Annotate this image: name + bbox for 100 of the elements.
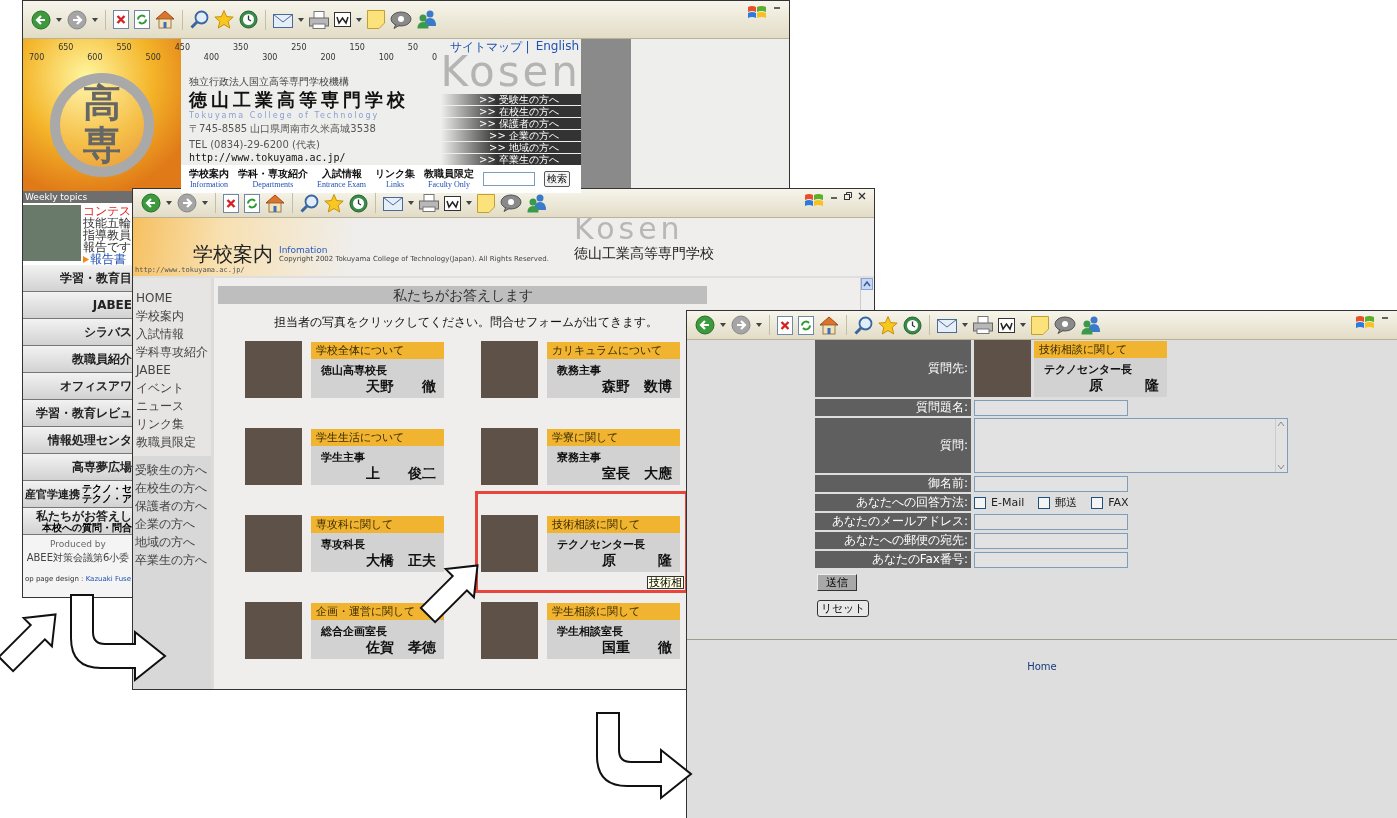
input-field[interactable]: [974, 513, 1128, 530]
menu-item[interactable]: オフィスアワ: [23, 373, 133, 400]
caret-icon[interactable]: [408, 201, 414, 205]
caret-icon[interactable]: [962, 323, 968, 327]
printer-icon[interactable]: [419, 194, 439, 212]
caret-icon[interactable]: [298, 17, 304, 22]
menu-item[interactable]: シラバス: [23, 319, 133, 346]
caret-icon[interactable]: [756, 323, 762, 327]
menu-link[interactable]: 学校案内: [136, 310, 211, 322]
search-button[interactable]: 検索: [544, 171, 571, 187]
envelope-icon[interactable]: [937, 317, 957, 333]
contact-item[interactable]: 企画・運営に関して 総合企画室長 佐賀 孝徳: [245, 602, 444, 659]
menu-item[interactable]: 高専夢広場: [23, 454, 133, 481]
caret-icon[interactable]: [56, 17, 62, 22]
document-icon[interactable]: [334, 12, 351, 27]
menu-link[interactable]: HOME: [136, 292, 211, 304]
contact-item[interactable]: 学生生活について 学生主事 上 俊二: [245, 428, 444, 485]
home-icon[interactable]: [155, 10, 175, 29]
input-field[interactable]: [974, 475, 1128, 492]
caret-icon[interactable]: [92, 17, 98, 22]
caret-icon[interactable]: [356, 17, 362, 22]
menu-link[interactable]: 学科専攻紹介: [136, 346, 211, 358]
audience-link[interactable]: >> 保護者の方へ: [441, 118, 581, 129]
home-icon[interactable]: [819, 315, 839, 335]
home-icon[interactable]: [265, 193, 285, 213]
menu-link[interactable]: 保護者の方へ: [135, 500, 211, 512]
contact-item[interactable]: 学校全体について 徳山高専校長 天野 徹: [245, 341, 444, 398]
menu-link[interactable]: 教職員限定: [136, 436, 211, 448]
menu-link[interactable]: 在校生の方へ: [135, 482, 211, 494]
menu-item[interactable]: JABEE: [23, 292, 133, 319]
menu-item[interactable]: 情報処理センタ: [23, 427, 133, 454]
caret-icon[interactable]: [1020, 323, 1026, 327]
audience-link[interactable]: >> 企業の方へ: [441, 130, 581, 141]
caret-icon[interactable]: [720, 323, 726, 327]
home-link[interactable]: Home: [1027, 661, 1057, 672]
speech-bubble-icon[interactable]: [1054, 316, 1076, 334]
audience-link[interactable]: >> 在校生の方へ: [441, 106, 581, 117]
contact-item[interactable]: 学生相談に関して 学生相談室長 国重 徹: [481, 602, 680, 659]
search-icon[interactable]: [854, 315, 873, 335]
input-field[interactable]: [974, 532, 1128, 549]
report-link[interactable]: 報告書: [83, 253, 131, 265]
audience-link[interactable]: >> 地域の方へ: [441, 142, 581, 153]
stop-icon[interactable]: [113, 10, 129, 29]
caret-icon[interactable]: [466, 201, 472, 205]
people-icon[interactable]: [1081, 315, 1101, 335]
refresh-icon[interactable]: [798, 315, 814, 335]
envelope-icon[interactable]: [273, 11, 293, 28]
menu-link[interactable]: 卒業生の方へ: [135, 554, 211, 566]
refresh-icon[interactable]: [244, 193, 260, 213]
reset-button[interactable]: リセット: [817, 600, 869, 617]
contact-item[interactable]: 技術相談に関して テクノセンター長 原 隆: [481, 515, 680, 572]
menu-link[interactable]: イベント: [136, 382, 211, 394]
people-icon[interactable]: [527, 193, 547, 213]
checkbox[interactable]: [1091, 496, 1104, 509]
clock-icon[interactable]: [239, 10, 258, 29]
envelope-icon[interactable]: [383, 195, 403, 211]
menu-link[interactable]: ニュース: [136, 400, 211, 412]
caret-icon[interactable]: [166, 201, 172, 205]
document-icon[interactable]: [444, 195, 461, 211]
input-field[interactable]: [974, 399, 1128, 416]
clock-icon[interactable]: [349, 193, 368, 213]
stop-icon[interactable]: [223, 193, 239, 213]
star-icon[interactable]: [214, 10, 234, 29]
sitemap-link[interactable]: サイトマップ |: [449, 39, 530, 56]
document-icon[interactable]: [998, 317, 1015, 333]
refresh-icon[interactable]: [134, 10, 150, 29]
menu-link[interactable]: 入試情報: [136, 328, 211, 340]
menu-item[interactable]: 教職員紹介: [23, 346, 133, 373]
nav-link[interactable]: 入試情報 Entrance Exam: [317, 168, 367, 190]
checkbox[interactable]: [974, 496, 986, 509]
menu-item[interactable]: 学習・教育目: [23, 265, 133, 292]
audience-link[interactable]: >> 受験生の方へ: [441, 94, 581, 105]
scroll-up-icon[interactable]: [861, 278, 873, 290]
audience-link[interactable]: >> 卒業生の方へ: [441, 154, 581, 165]
search-icon[interactable]: [190, 10, 209, 29]
star-icon[interactable]: [878, 315, 898, 335]
english-link[interactable]: English: [535, 39, 579, 56]
search-icon[interactable]: [300, 193, 319, 213]
input-field[interactable]: [974, 551, 1128, 568]
clock-icon[interactable]: [903, 315, 922, 335]
contact-item[interactable]: 学寮に関して 寮務主事 室長 大應: [481, 428, 680, 485]
menu-item[interactable]: 私たちがお答えし 本校への質問・問合: [23, 508, 133, 535]
menu-link[interactable]: 地域の方へ: [135, 536, 211, 548]
stop-icon[interactable]: [777, 315, 793, 335]
printer-icon[interactable]: [309, 10, 329, 29]
menu-link[interactable]: JABEE: [136, 364, 211, 376]
nav-link[interactable]: リンク集 Links: [375, 168, 416, 190]
menu-link[interactable]: 受験生の方へ: [135, 464, 211, 476]
speech-bubble-icon[interactable]: [390, 10, 412, 29]
nav-link[interactable]: 学校案内 Information: [189, 168, 229, 190]
contact-item[interactable]: カリキュラムについて 教務主事 森野 数博: [481, 341, 680, 398]
minimize-icon[interactable]: [773, 4, 781, 12]
submit-button[interactable]: 送信: [817, 574, 857, 591]
close-icon[interactable]: [858, 192, 866, 200]
nav-link[interactable]: 学科・専攻紹介 Departments: [238, 168, 308, 190]
caret-icon[interactable]: [202, 201, 208, 205]
search-field[interactable]: [483, 172, 536, 186]
menu-item[interactable]: 学習・教育レビュ: [23, 400, 133, 427]
nav-link[interactable]: 教職員限定 Faculty Only: [424, 168, 475, 190]
checkbox[interactable]: [1038, 496, 1051, 509]
